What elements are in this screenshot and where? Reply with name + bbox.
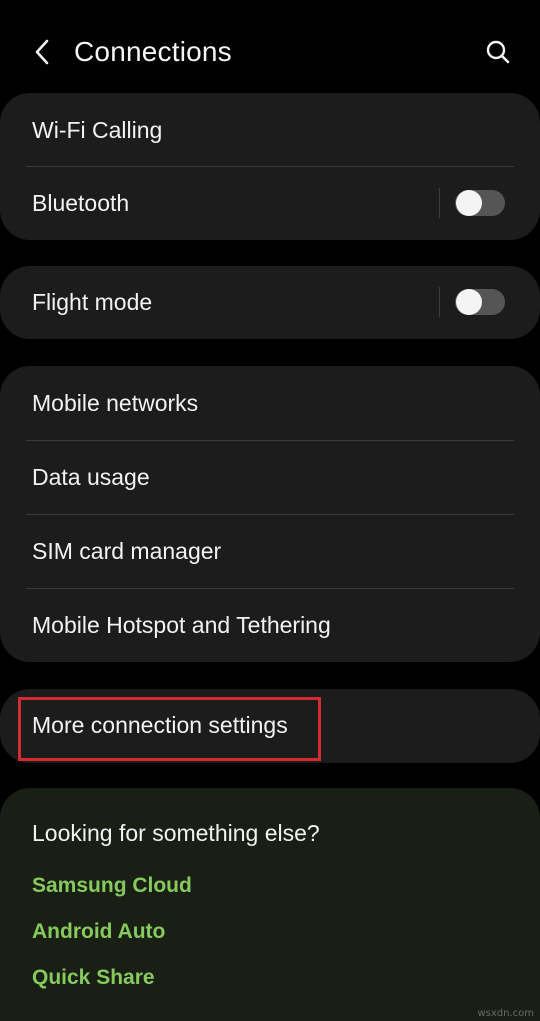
highlight-box: [18, 697, 321, 761]
mobile-networks-label: Mobile networks: [32, 390, 199, 416]
data-usage-row[interactable]: Data usage: [0, 440, 540, 514]
suggestion-link-samsung-cloud[interactable]: Samsung Cloud: [32, 871, 192, 901]
suggestion-link-quick-share[interactable]: Quick Share: [32, 963, 155, 993]
watermark: wsxdn.com: [477, 1008, 534, 1019]
wifi-calling-label: Wi-Fi Calling: [32, 117, 163, 143]
suggestion-link-android-auto[interactable]: Android Auto: [32, 917, 165, 947]
flight-mode-toggle[interactable]: [455, 289, 505, 315]
hotspot-tethering-row[interactable]: Mobile Hotspot and Tethering: [0, 588, 540, 662]
bluetooth-label: Bluetooth: [32, 190, 130, 216]
settings-card-mobile: Mobile networks Data usage SIM card mana…: [0, 366, 540, 662]
hotspot-tethering-label: Mobile Hotspot and Tethering: [32, 612, 331, 638]
vertical-separator: [439, 188, 440, 218]
flight-mode-label: Flight mode: [32, 289, 153, 315]
mobile-networks-row[interactable]: Mobile networks: [0, 366, 540, 440]
settings-card-calling-bluetooth: Wi-Fi Calling Bluetooth: [0, 93, 540, 240]
app-header: Connections: [0, 0, 540, 92]
data-usage-label: Data usage: [32, 464, 150, 490]
sim-card-manager-row[interactable]: SIM card manager: [0, 514, 540, 588]
flight-mode-row[interactable]: Flight mode: [0, 266, 540, 339]
search-button[interactable]: [476, 30, 520, 74]
settings-card-flight-mode: Flight mode: [0, 266, 540, 339]
toggle-knob: [456, 190, 482, 216]
suggestions-heading: Looking for something else?: [32, 820, 320, 846]
search-icon: [486, 40, 510, 64]
wifi-calling-row[interactable]: Wi-Fi Calling: [0, 93, 540, 167]
bluetooth-row[interactable]: Bluetooth: [0, 166, 540, 240]
sim-card-manager-label: SIM card manager: [32, 538, 222, 564]
vertical-separator: [439, 287, 440, 317]
page-title: Connections: [74, 36, 232, 67]
toggle-knob: [456, 289, 482, 315]
chevron-left-icon: [35, 39, 49, 65]
bluetooth-toggle[interactable]: [455, 190, 505, 216]
back-button[interactable]: [22, 30, 62, 74]
